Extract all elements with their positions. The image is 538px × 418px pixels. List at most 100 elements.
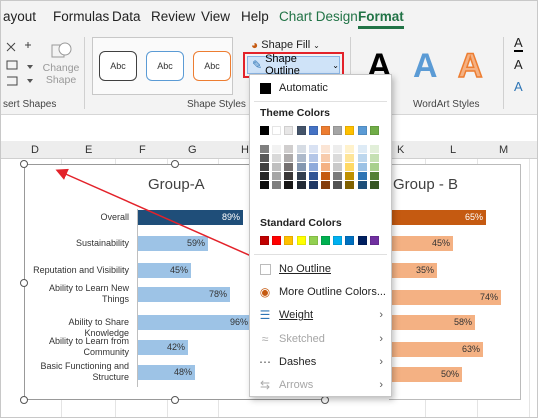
theme-shade-swatch[interactable]: [357, 145, 367, 153]
theme-shade-swatch[interactable]: [296, 172, 306, 180]
tab-page-layout[interactable]: ayout: [3, 9, 36, 24]
tab-formulas[interactable]: Formulas: [53, 9, 109, 24]
standard-color-swatch[interactable]: [308, 236, 318, 245]
theme-shade-swatch[interactable]: [345, 181, 355, 189]
standard-color-swatch[interactable]: [284, 236, 294, 245]
theme-shade-swatch[interactable]: [369, 181, 379, 189]
standard-color-swatch[interactable]: [357, 236, 367, 245]
standard-color-swatch[interactable]: [321, 236, 330, 245]
column-header-l[interactable]: L: [450, 144, 456, 156]
theme-shade-swatch[interactable]: [345, 154, 355, 162]
data-bar[interactable]: 35%: [389, 263, 437, 278]
tab-format[interactable]: Format: [358, 9, 404, 29]
theme-shade-swatch[interactable]: [357, 181, 367, 189]
theme-shade-swatch[interactable]: [321, 145, 330, 153]
theme-shade-swatch[interactable]: [333, 181, 343, 189]
theme-color-swatch[interactable]: [345, 126, 355, 135]
theme-color-swatch[interactable]: [369, 126, 379, 135]
theme-shade-swatch[interactable]: [321, 163, 330, 171]
shape-style-sample-3[interactable]: Abc: [193, 51, 231, 81]
theme-shade-swatch[interactable]: [369, 172, 379, 180]
data-bar[interactable]: 89%: [138, 210, 243, 225]
theme-shade-swatch[interactable]: [357, 163, 367, 171]
column-header-g[interactable]: G: [188, 144, 197, 156]
theme-shade-swatch[interactable]: [272, 145, 282, 153]
theme-shade-swatch[interactable]: [369, 163, 379, 171]
theme-shade-swatch[interactable]: [296, 154, 306, 162]
theme-shade-swatch[interactable]: [284, 181, 294, 189]
column-header-e[interactable]: E: [85, 144, 92, 156]
theme-color-swatch[interactable]: [296, 126, 306, 135]
theme-shade-swatch[interactable]: [369, 154, 379, 162]
column-header-d[interactable]: D: [31, 144, 39, 156]
menu-item-more-outline-colors[interactable]: ◉ More Outline Colors...: [250, 281, 391, 303]
theme-shade-swatch[interactable]: [369, 145, 379, 153]
shape-style-sample-2[interactable]: Abc: [146, 51, 184, 81]
theme-shade-swatch[interactable]: [296, 181, 306, 189]
wordart-style-orange[interactable]: A: [457, 46, 483, 86]
theme-shade-swatch[interactable]: [357, 172, 367, 180]
resize-handle[interactable]: [20, 160, 28, 168]
change-shape-button[interactable]: Change Shape: [43, 41, 79, 86]
shape-outline-button[interactable]: ✎ Shape Outline ⌄: [247, 53, 340, 77]
theme-shade-swatch[interactable]: [272, 181, 282, 189]
data-bar[interactable]: 78%: [138, 287, 230, 302]
theme-shade-swatch[interactable]: [284, 154, 294, 162]
theme-color-swatch[interactable]: [272, 126, 282, 135]
text-effects-icon[interactable]: A: [514, 79, 523, 94]
theme-shade-swatch[interactable]: [260, 145, 269, 153]
column-header-h[interactable]: H: [241, 144, 249, 156]
standard-color-swatch[interactable]: [272, 236, 282, 245]
theme-shade-swatch[interactable]: [260, 163, 269, 171]
standard-color-swatch[interactable]: [333, 236, 343, 245]
chart-group-b[interactable]: Group - B 65% 45% 35% 74% 58% 63% 50%: [389, 164, 521, 400]
data-bar[interactable]: 74%: [389, 290, 501, 305]
tab-data[interactable]: Data: [112, 9, 141, 24]
theme-shade-swatch[interactable]: [272, 154, 282, 162]
column-header-m[interactable]: M: [499, 144, 508, 156]
theme-color-swatch[interactable]: [284, 126, 294, 135]
theme-color-swatch[interactable]: [333, 126, 343, 135]
theme-shade-swatch[interactable]: [260, 154, 269, 162]
data-bar[interactable]: 45%: [138, 263, 191, 278]
menu-item-automatic[interactable]: Automatic: [250, 77, 391, 99]
theme-shade-swatch[interactable]: [333, 163, 343, 171]
data-bar[interactable]: 45%: [389, 236, 453, 251]
theme-shade-swatch[interactable]: [308, 163, 318, 171]
theme-color-swatch[interactable]: [308, 126, 318, 135]
theme-shade-swatch[interactable]: [296, 163, 306, 171]
data-bar[interactable]: 48%: [138, 365, 195, 380]
resize-handle[interactable]: [171, 396, 179, 404]
shapes-gallery-icon[interactable]: [5, 41, 37, 91]
standard-color-swatch[interactable]: [260, 236, 269, 245]
theme-shade-swatch[interactable]: [321, 181, 330, 189]
theme-shade-swatch[interactable]: [333, 172, 343, 180]
menu-item-weight[interactable]: ☰ Weight ›: [250, 304, 391, 326]
tab-review[interactable]: Review: [151, 9, 195, 24]
theme-shade-swatch[interactable]: [296, 145, 306, 153]
theme-shade-swatch[interactable]: [308, 154, 318, 162]
text-fill-icon[interactable]: A: [514, 35, 523, 52]
theme-shade-swatch[interactable]: [357, 154, 367, 162]
data-bar[interactable]: 65%: [389, 210, 486, 225]
resize-handle[interactable]: [20, 279, 28, 287]
theme-shade-swatch[interactable]: [260, 172, 269, 180]
resize-handle[interactable]: [171, 160, 179, 168]
theme-shade-swatch[interactable]: [272, 163, 282, 171]
theme-shade-swatch[interactable]: [321, 172, 330, 180]
theme-shade-swatch[interactable]: [333, 145, 343, 153]
theme-shade-swatch[interactable]: [308, 181, 318, 189]
column-header-f[interactable]: F: [139, 144, 146, 156]
data-bar[interactable]: 96%: [138, 315, 251, 330]
theme-color-swatch[interactable]: [260, 126, 269, 135]
menu-item-no-outline[interactable]: No Outline: [250, 258, 391, 280]
menu-item-arrows[interactable]: ⇆ Arrows ›: [250, 374, 391, 396]
data-bar[interactable]: 50%: [389, 367, 462, 382]
tab-chart-design[interactable]: Chart Design: [279, 9, 358, 24]
theme-shade-swatch[interactable]: [272, 172, 282, 180]
theme-shade-swatch[interactable]: [345, 163, 355, 171]
menu-item-dashes[interactable]: ⋯ Dashes ›: [250, 351, 391, 373]
theme-shade-swatch[interactable]: [308, 145, 318, 153]
tab-help[interactable]: Help: [241, 9, 269, 24]
shape-fill-button[interactable]: ◕ Shape Fill ⌄: [251, 38, 320, 52]
